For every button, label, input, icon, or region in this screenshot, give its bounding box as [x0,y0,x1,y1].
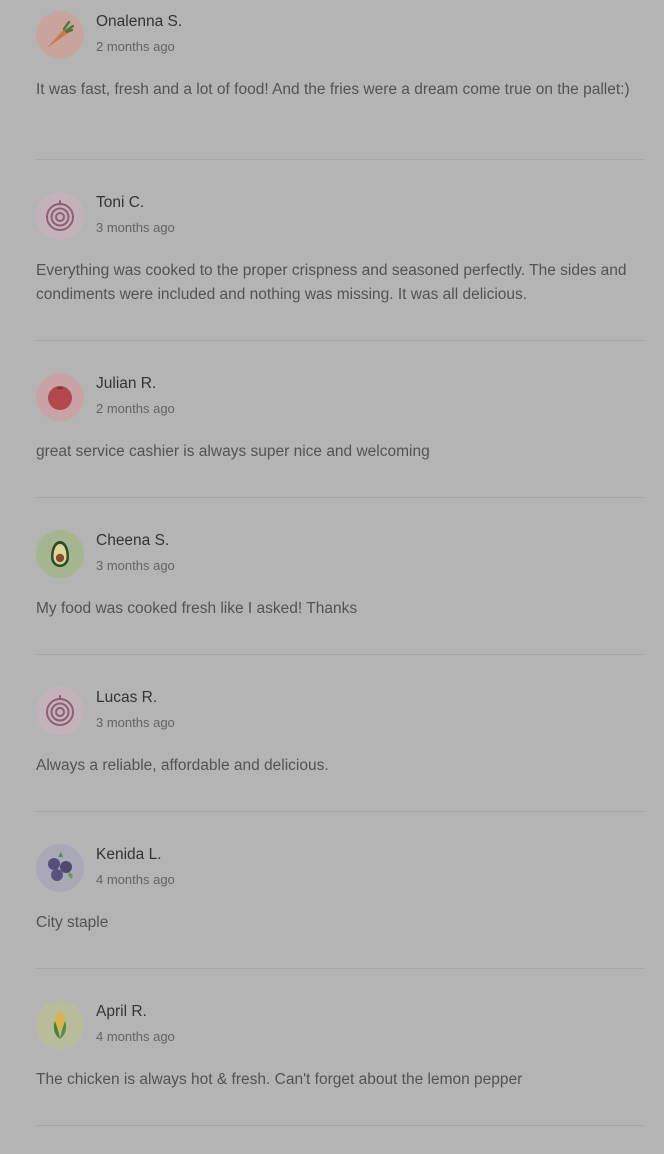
avatar [36,373,84,421]
review-text: Always a reliable, affordable and delici… [36,757,329,774]
review-date: 3 months ago [96,558,175,573]
divider [36,340,644,341]
review-header: Kenida L. 4 months ago [36,844,644,894]
blueberry-icon [48,852,73,881]
reviewer-name: April R. [96,1003,147,1020]
review-date: 3 months ago [96,220,175,235]
review-text: great service cashier is always super ni… [36,443,430,460]
review-date: 4 months ago [96,1029,175,1044]
review-date: 3 months ago [96,715,175,730]
review-item: Toni C. 3 months ago Everything was cook… [36,192,644,303]
tomato-icon [48,386,72,410]
review-date: 2 months ago [96,401,175,416]
divider [36,654,644,655]
review-item: Kenida L. 4 months ago City staple [36,844,644,931]
reviewer-name: Lucas R. [96,689,158,706]
onion-icon [46,695,74,726]
review-header: Onalenna S. 2 months ago [36,11,644,61]
review-text: The chicken is always hot & fresh. Can't… [36,1071,523,1088]
divider [36,968,644,969]
review-item: Julian R. 2 months ago great service cas… [36,373,644,460]
review-text: Everything was cooked to the proper cris… [36,262,627,303]
review-text: My food was cooked fresh like I asked! T… [36,600,358,617]
review-header: Lucas R. 3 months ago [36,687,644,737]
review-header: April R. 4 months ago [36,1001,644,1051]
review-text: It was fast, fresh and a lot of food! An… [36,81,630,98]
divider [36,159,644,160]
reviewer-name: Julian R. [96,375,157,392]
divider [36,497,644,498]
carrot-icon [47,20,75,48]
review-text: City staple [36,914,109,931]
divider [36,1125,644,1126]
reviewer-name: Cheena S. [96,532,170,549]
avatar [36,1001,84,1049]
review-date: 2 months ago [96,39,175,54]
divider [36,811,644,812]
avatar [36,687,84,735]
avatar [36,844,84,892]
onion-icon [46,200,74,231]
review-date: 4 months ago [96,872,175,887]
reviewer-name: Toni C. [96,194,145,211]
review-header: Julian R. 2 months ago [36,373,644,423]
review-item: Cheena S. 3 months ago My food was cooke… [36,530,644,617]
avatar [36,530,84,578]
review-item: Lucas R. 3 months ago Always a reliable,… [36,687,644,774]
reviews-list: Onalenna S. 2 months ago It was fast, fr… [0,0,664,1154]
reviewer-name: Kenida L. [96,846,162,863]
avocado-icon [51,541,69,567]
review-header: Toni C. 3 months ago [36,192,644,242]
avatar [36,11,84,59]
review-header: Cheena S. 3 months ago [36,530,644,580]
corn-icon [53,1012,67,1039]
avatar [36,192,84,240]
review-item: April R. 4 months ago The chicken is alw… [36,1001,644,1088]
reviewer-name: Onalenna S. [96,13,183,30]
review-item: Onalenna S. 2 months ago It was fast, fr… [36,11,644,98]
